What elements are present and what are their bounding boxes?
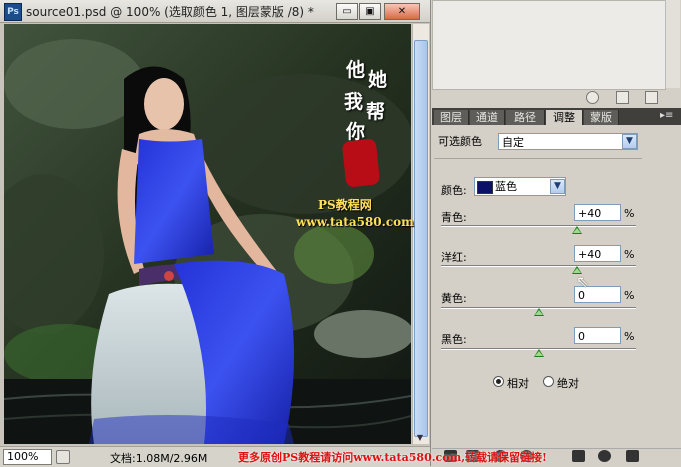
magenta-input[interactable]: +40 [574,245,621,262]
magenta-slider-track[interactable] [441,265,636,267]
relative-label[interactable]: 相对 [507,375,529,391]
black-input[interactable]: 0 [574,327,621,344]
tab-adjustments[interactable]: 调整 [546,110,583,125]
scroll-down-arrow[interactable]: ▼ [412,430,428,446]
trash-icon[interactable] [645,91,658,104]
watermark-char: 我 [344,91,364,113]
color-swatch [477,181,493,194]
slider-label-black: 黑色: [441,333,467,346]
watermark-char: 他 [346,59,366,81]
cyan-slider-knob[interactable] [572,226,582,234]
adjustment-title: 可选颜色 [438,135,482,148]
watermark-char: 她 [368,69,388,91]
tab-masks[interactable]: 蒙版 [584,110,619,125]
watermark-calligraphy: 他 她 我 帮 你 [344,55,388,215]
absolute-label[interactable]: 绝对 [557,375,579,391]
tab-layers[interactable]: 图层 [434,110,469,125]
new-icon[interactable] [616,91,629,104]
zoom-field[interactable]: 100% [3,449,52,465]
percent-label: % [624,289,635,302]
slider-label-magenta: 洋红: [441,251,467,264]
reset-icon[interactable] [598,450,611,462]
relative-radio[interactable] [493,376,504,387]
status-menu-icon[interactable] [56,450,70,464]
tab-paths[interactable]: 路径 [506,110,545,125]
watermark-char: 帮 [366,101,386,123]
no-icon[interactable] [586,91,599,104]
minimize-button[interactable]: ▭ [336,3,358,20]
chevron-down-icon[interactable]: ▼ [622,134,637,149]
photoshop-icon: Ps [4,3,22,21]
color-label: 颜色: [441,184,467,197]
absolute-radio[interactable] [543,376,554,387]
restore-button[interactable]: ▣ [359,3,381,20]
percent-label: % [624,207,635,220]
title-bar[interactable]: Ps source01.psd @ 100% (选取颜色 1, 图层蒙版 /8)… [0,0,430,23]
percent-label: % [624,330,635,343]
black-slider-knob[interactable] [534,349,544,357]
top-panel-content [432,0,666,90]
scroll-thumb[interactable] [414,40,428,437]
cyan-slider-track[interactable] [441,225,636,227]
slider-label-cyan: 青色: [441,211,467,224]
document-info: 文档:1.08M/2.96M [110,452,208,465]
mouse-cursor-icon: ⇖ [576,272,590,291]
divider [434,158,642,159]
percent-label: % [624,248,635,261]
top-panel-scrollbar[interactable] [665,0,680,88]
yellow-slider-knob[interactable] [534,308,544,316]
document-title: source01.psd @ 100% (选取颜色 1, 图层蒙版 /8) * [26,5,314,19]
preset-select[interactable]: 自定 [498,133,638,150]
tab-channels[interactable]: 通道 [470,110,505,125]
watermark-url: www.tata580.com [296,215,414,229]
delete-icon[interactable] [626,450,639,462]
cyan-input[interactable]: +40 [574,204,621,221]
red-seal-stamp [341,138,381,188]
close-button[interactable]: ✕ [384,3,420,20]
watermark-site-name: PS教程网 [318,198,372,212]
slider-label-yellow: 黄色: [441,292,467,305]
panel-menu-icon[interactable]: ▸≡ [660,110,673,121]
watermark-footer-text: 更多原创PS教程请访问www.tata580.com,转载请保留链接! [238,451,547,464]
chevron-down-icon[interactable]: ▼ [550,179,565,194]
previous-state-icon[interactable] [572,450,585,462]
